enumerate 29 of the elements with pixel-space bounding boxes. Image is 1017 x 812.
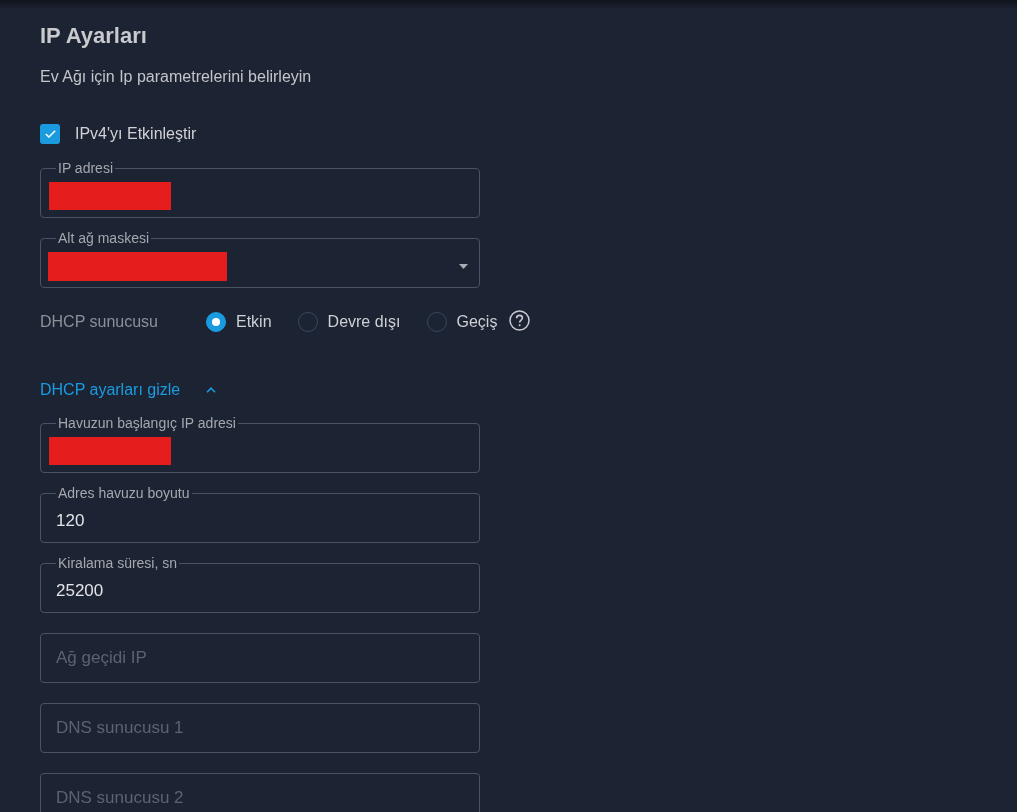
field-value: 25200 xyxy=(56,580,104,602)
page-title: IP Ayarları xyxy=(40,22,148,50)
checkbox-label[interactable]: IPv4'yı Etkinleştir xyxy=(75,122,197,146)
radio-label[interactable]: Geçiş xyxy=(456,310,498,334)
radio-button[interactable] xyxy=(206,312,226,332)
input-field[interactable]: IP adresi xyxy=(40,160,480,218)
radio-label[interactable]: Devre dışı xyxy=(327,310,401,334)
field-placeholder: DNS sunucusu 2 xyxy=(56,787,184,809)
field-label: Havuzun başlangıç IP adresi xyxy=(57,415,237,431)
field-label: IP adresi xyxy=(57,160,114,176)
field-placeholder: DNS sunucusu 1 xyxy=(56,717,184,739)
check-icon xyxy=(44,130,56,138)
dropdown-field[interactable]: Alt ağ maskesi xyxy=(40,230,480,288)
radio-group-label: DHCP sunucusu xyxy=(40,312,159,332)
field-label: Adres havuzu boyutu xyxy=(57,485,191,501)
help-icon[interactable] xyxy=(509,310,531,331)
input-field[interactable]: Havuzun başlangıç IP adresi xyxy=(40,415,480,473)
field-label: Kiralama süresi, sn xyxy=(57,555,179,571)
field-value: 120 xyxy=(56,510,85,532)
field-label: Alt ağ maskesi xyxy=(57,230,151,246)
caret-icon[interactable] xyxy=(459,263,468,269)
field-placeholder: Ağ geçidi IP xyxy=(56,647,147,669)
radio-label[interactable]: Etkin xyxy=(236,310,272,334)
chevron-icon xyxy=(206,387,217,393)
toggle-link[interactable]: DHCP ayarları gizle xyxy=(40,378,217,402)
input-field[interactable]: Kiralama süresi, sn 25200 xyxy=(40,555,480,613)
checkbox[interactable] xyxy=(40,124,60,144)
page-subtitle: Ev Ağı için Ip parametrelerini belirleyin xyxy=(40,67,313,87)
input-field[interactable]: Adres havuzu boyutu 120 xyxy=(40,485,480,543)
